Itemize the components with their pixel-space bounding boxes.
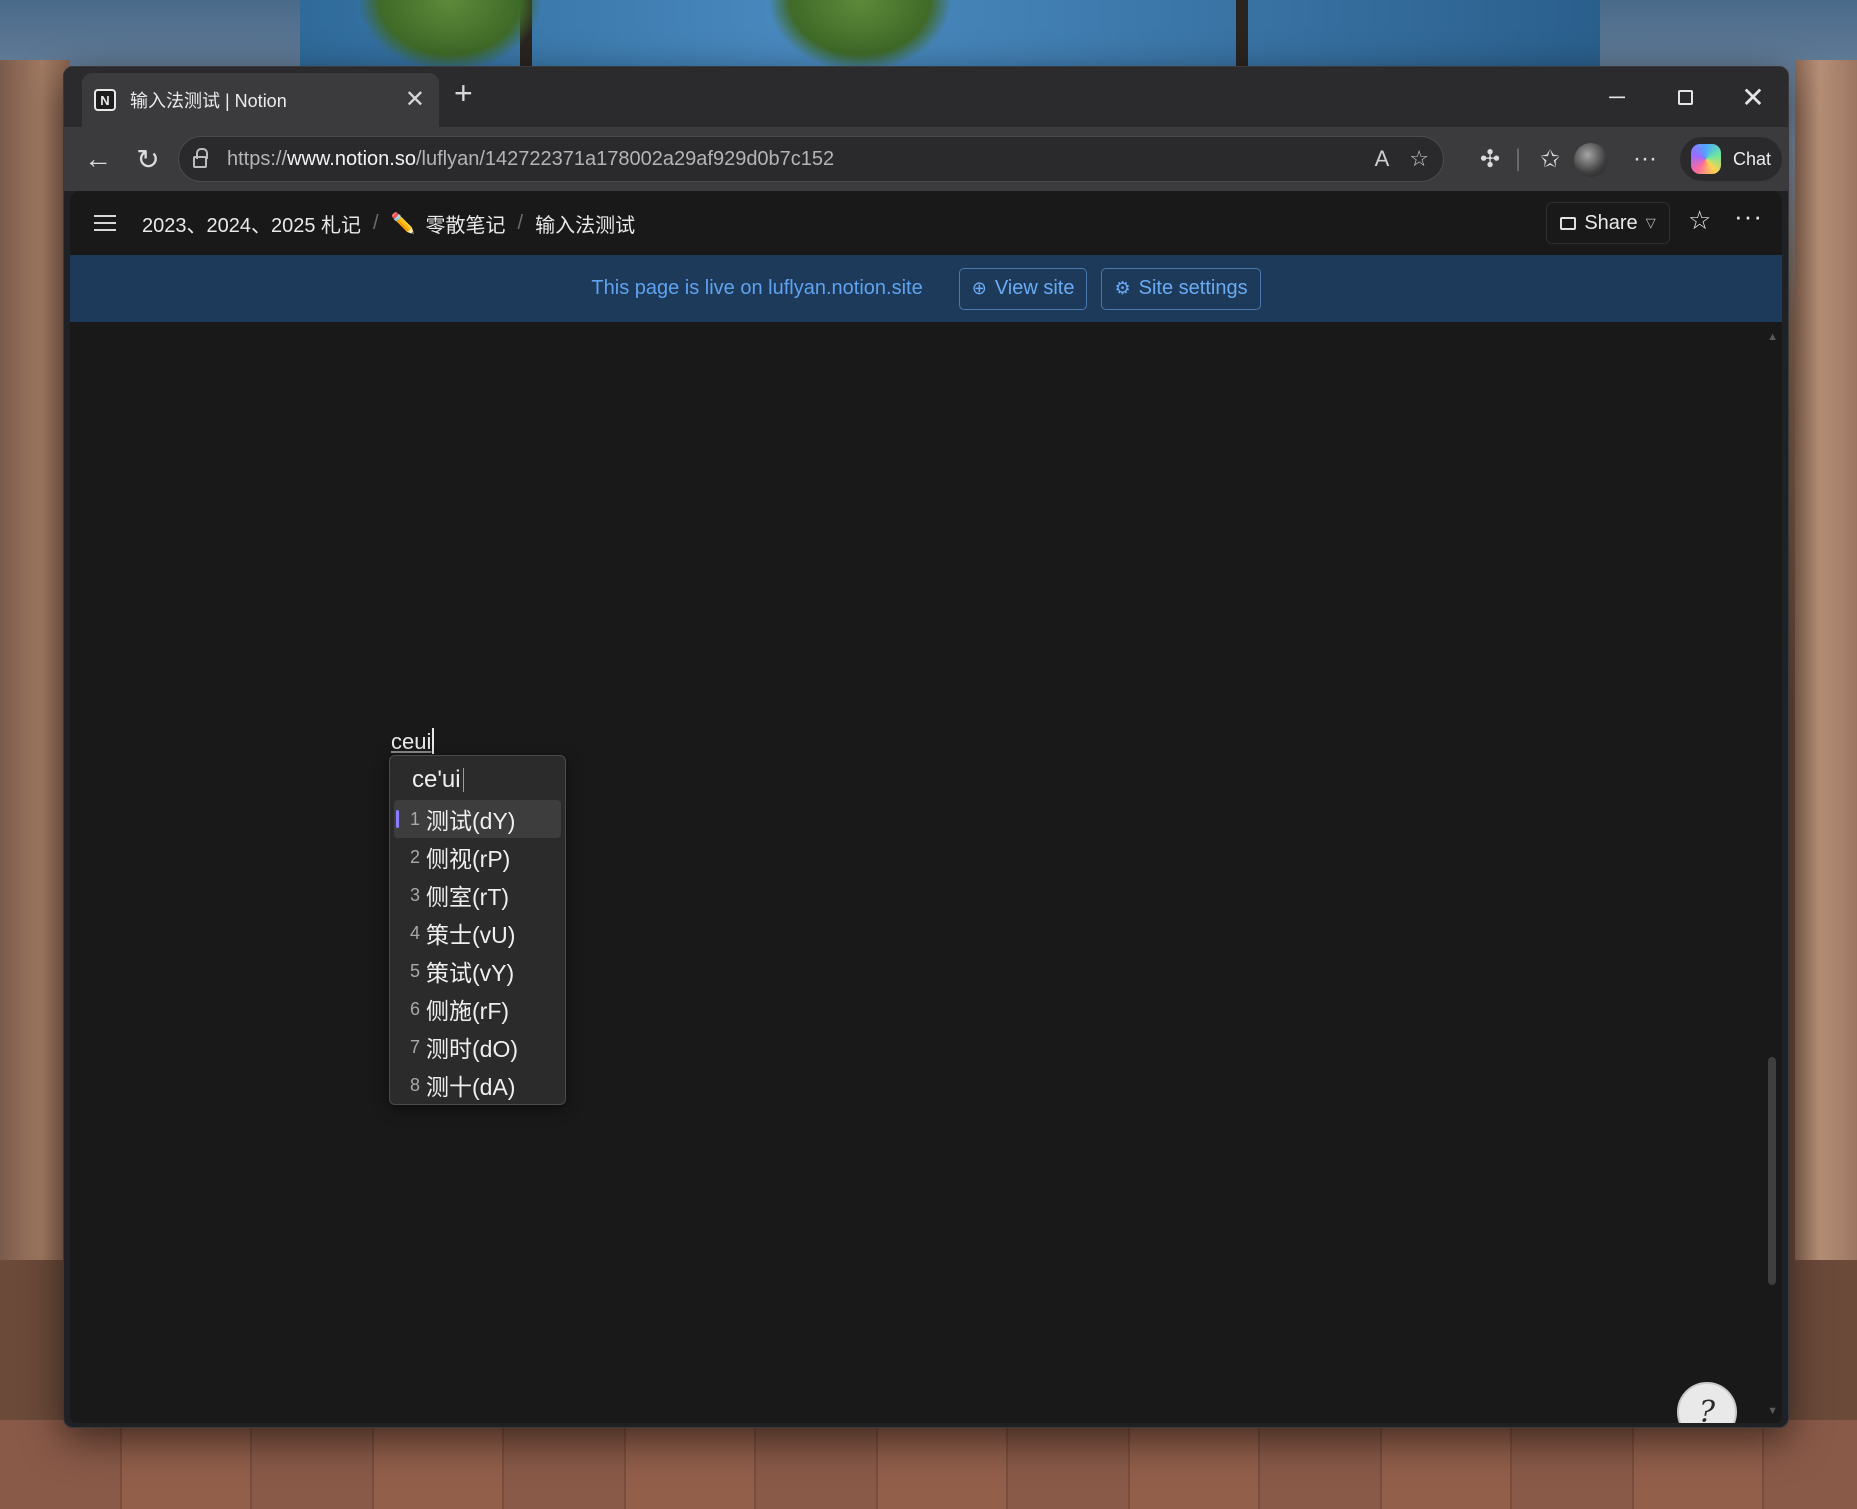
wallpaper-wall-right — [1795, 60, 1857, 1260]
banner-text: This page is live on luflyan.notion.site — [591, 277, 923, 299]
scroll-up-arrow-icon[interactable]: ▲ — [1767, 331, 1778, 343]
favorite-star-icon[interactable]: ☆ — [1688, 205, 1711, 236]
more-icon[interactable]: ··· — [1734, 201, 1763, 232]
address-bar[interactable]: https://www.notion.so/luflyan/142722371a… — [178, 136, 1444, 182]
notion-topbar: 2023、2024、2025 札记 / ✏️ 零散笔记 / 输入法测试 Shar… — [70, 191, 1782, 255]
breadcrumb-separator: / — [517, 211, 524, 234]
ime-candidate-number: 1 — [410, 808, 421, 829]
share-icon — [1560, 216, 1577, 230]
url-scheme: https:// — [227, 147, 288, 170]
notion-page: 2023、2024、2025 札记 / ✏️ 零散笔记 / 输入法测试 Shar… — [70, 191, 1782, 1423]
view-site-button[interactable]: ⊕ View site — [958, 267, 1088, 310]
ime-candidate-word: 侧施(rF) — [426, 998, 510, 1024]
read-aloud-icon[interactable]: A — [1375, 146, 1390, 172]
ime-candidate-number: 4 — [410, 922, 421, 943]
ime-candidate-7[interactable]: 7 测时(dO) — [394, 1028, 561, 1066]
breadcrumb-separator: / — [373, 211, 379, 234]
ime-candidate-word: 策士(vU) — [426, 922, 516, 948]
share-label: Share — [1584, 211, 1638, 234]
ime-candidate-number: 3 — [410, 884, 421, 905]
ime-candidate-number: 7 — [410, 1036, 421, 1057]
avatar[interactable] — [1574, 143, 1608, 177]
ime-candidate-number: 8 — [410, 1074, 421, 1095]
toolbar-divider: | — [1514, 145, 1522, 172]
close-window-button[interactable]: ✕ — [1720, 67, 1786, 127]
site-settings-button[interactable]: ⚙ Site settings — [1101, 267, 1261, 310]
scroll-down-arrow-icon[interactable]: ▼ — [1767, 1405, 1778, 1417]
breadcrumb-item-notes[interactable]: 2023、2024、2025 札记 — [142, 209, 361, 238]
hamburger-icon[interactable] — [94, 213, 120, 233]
puzzle-icon[interactable]: ✣ — [1468, 127, 1512, 191]
browser-toolbar: ← ↻ https://www.notion.so/luflyan/142722… — [64, 127, 1788, 191]
ime-candidate-word: 测十(dA) — [426, 1074, 516, 1100]
breadcrumb-item-current-page[interactable]: 输入法测试 — [535, 209, 635, 238]
ime-composition: ce'ui — [394, 760, 561, 800]
more-options-icon[interactable]: ··· — [1620, 127, 1670, 191]
url-text[interactable]: https://www.notion.so/luflyan/142722371a… — [227, 148, 1375, 171]
maximize-icon — [1677, 89, 1693, 105]
ime-candidate-8[interactable]: 8 测十(dA) — [394, 1066, 561, 1104]
favorites-icon[interactable]: ✩ — [1524, 127, 1576, 191]
browser-window: N 输入法测试 | Notion ✕ + ─ ✕ ← ↻ https://www… — [63, 66, 1789, 1428]
wallpaper-frame — [1236, 0, 1248, 70]
wallpaper-wall-left — [0, 60, 70, 1260]
ime-candidate-4[interactable]: 4 策士(vU) — [394, 914, 561, 952]
chevron-down-icon: ▽ — [1645, 215, 1656, 230]
maximize-button[interactable] — [1652, 67, 1718, 127]
copilot-icon — [1690, 144, 1721, 174]
lock-icon[interactable] — [193, 148, 208, 168]
typed-text: ceui — [391, 729, 432, 754]
tab-notion[interactable]: N 输入法测试 | Notion ✕ — [82, 73, 439, 127]
ime-candidate-word: 侧视(rP) — [426, 846, 511, 872]
ime-candidate-6[interactable]: 6 侧施(rF) — [394, 990, 561, 1028]
gear-icon: ⚙ — [1114, 278, 1131, 298]
ime-candidate-word: 测试(dY) — [426, 808, 516, 834]
ime-candidate-number: 2 — [410, 846, 421, 867]
ime-caret — [462, 768, 464, 792]
ime-candidate-word: 测时(dO) — [426, 1036, 518, 1062]
view-site-label: View site — [994, 277, 1075, 299]
minimize-button[interactable]: ─ — [1584, 67, 1650, 127]
url-path: /luflyan/142722371a178002a29af929d0b7c15… — [416, 147, 835, 170]
ime-candidate-2[interactable]: 2 侧视(rP) — [394, 838, 561, 876]
ime-candidate-1[interactable]: 1 测试(dY) — [394, 800, 561, 838]
wallpaper-floor — [0, 1420, 1857, 1509]
pencil-icon: ✏️ — [390, 212, 416, 235]
address-bar-actions: A ☆ — [1375, 146, 1429, 172]
ime-candidate-window: ce'ui 1 测试(dY) 2 侧视(rP) 3 侧室(rT) 4 策士(vU) 5策… — [389, 755, 566, 1105]
ime-candidate-3[interactable]: 3 侧室(rT) — [394, 876, 561, 914]
ime-candidate-word: 侧室(rT) — [426, 884, 510, 910]
ime-candidate-word: 策试(vY) — [426, 960, 515, 986]
page-content[interactable]: ceui — [70, 322, 1782, 1423]
notion-favicon-icon: N — [94, 89, 116, 111]
breadcrumb-item-scattered-notes[interactable]: 零散笔记 — [426, 209, 506, 238]
ime-candidate-number: 6 — [410, 998, 421, 1019]
copilot-chat-button[interactable]: Chat — [1680, 137, 1782, 181]
title-bar: N 输入法测试 | Notion ✕ + ─ ✕ — [64, 67, 1788, 127]
ime-candidate-5[interactable]: 5 策试(vY) — [394, 952, 561, 990]
back-arrow-icon[interactable]: ← — [70, 127, 126, 191]
url-host: www.notion.so — [287, 147, 416, 170]
tab-title: 输入法测试 | Notion — [130, 91, 287, 111]
tab-close-icon[interactable]: ✕ — [405, 88, 425, 112]
editor-text-block[interactable]: ceui — [391, 728, 435, 755]
site-settings-label: Site settings — [1138, 277, 1248, 299]
scrollbar-thumb[interactable] — [1768, 1057, 1776, 1285]
new-tab-button[interactable]: + — [454, 77, 473, 109]
ime-composition-text: ce'ui — [412, 766, 461, 793]
published-banner: This page is live on luflyan.notion.site… — [70, 255, 1782, 322]
share-button[interactable]: Share ▽ — [1546, 202, 1670, 244]
globe-icon: ⊕ — [971, 278, 987, 298]
star-icon[interactable]: ☆ — [1409, 146, 1429, 172]
ime-candidate-number: 5 — [410, 960, 421, 981]
reload-icon[interactable]: ↻ — [122, 127, 174, 191]
chat-label: Chat — [1732, 148, 1772, 169]
text-caret — [432, 728, 435, 754]
